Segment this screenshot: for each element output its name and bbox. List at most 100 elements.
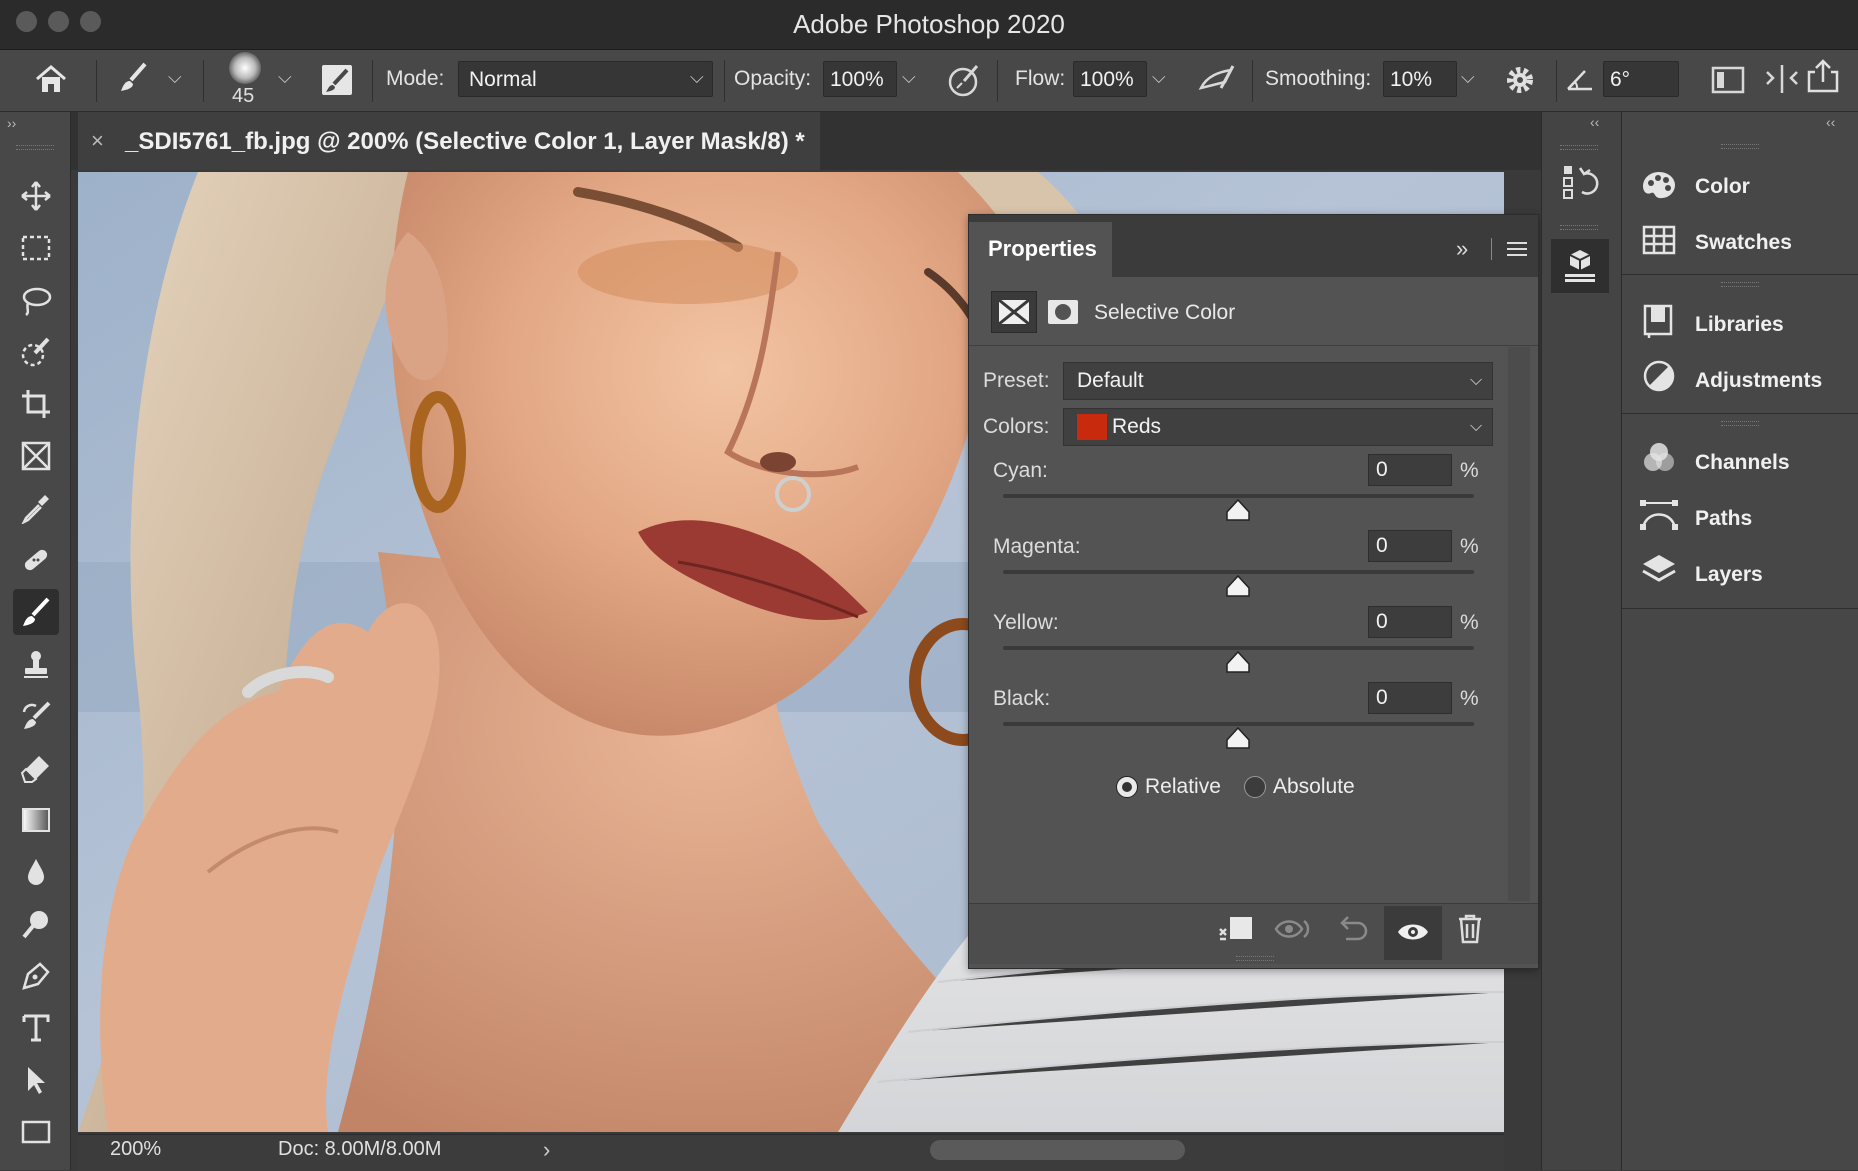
paths-panel-label[interactable]: Paths (1695, 507, 1752, 531)
panel-grip[interactable] (1721, 144, 1759, 149)
horizontal-scrollbar[interactable] (930, 1140, 1185, 1160)
marquee-tool[interactable] (13, 225, 59, 271)
opacity-value: 100% (830, 68, 884, 91)
crop-tool[interactable] (13, 381, 59, 427)
expand-panels-icon[interactable]: ‹‹ (1590, 114, 1599, 130)
type-tool[interactable] (13, 1005, 59, 1051)
panel-grip[interactable] (1721, 282, 1759, 287)
pressure-size-icon[interactable] (1710, 64, 1748, 96)
opacity-input[interactable]: 100% (823, 61, 897, 97)
clip-to-layer-icon[interactable] (1216, 913, 1256, 945)
rectangle-icon (21, 1120, 51, 1144)
opacity-label: Opacity: (734, 67, 812, 90)
lasso-tool[interactable] (13, 277, 59, 323)
status-menu-arrow-icon[interactable]: › (543, 1137, 550, 1163)
brush-tool[interactable] (13, 589, 59, 635)
gradient-tool[interactable] (13, 797, 59, 843)
trash-icon[interactable] (1455, 913, 1485, 945)
share-icon[interactable] (1805, 58, 1841, 94)
airbrush-icon[interactable] (1197, 62, 1237, 96)
smoothing-input[interactable]: 10% (1383, 61, 1457, 97)
black-value: 0 (1376, 686, 1388, 709)
swatches-panel-label[interactable]: Swatches (1695, 231, 1792, 255)
panel-resize-grip[interactable] (1236, 956, 1274, 961)
reset-icon[interactable] (1336, 913, 1368, 945)
channels-panel-label[interactable]: Channels (1695, 451, 1790, 475)
chevron-down-icon[interactable]: ⌵ (278, 67, 292, 88)
history-icon[interactable] (1560, 160, 1600, 202)
cyan-input[interactable]: 0 (1368, 454, 1452, 486)
color-panel-label[interactable]: Color (1695, 175, 1750, 199)
adjustment-name: Selective Color (1094, 301, 1236, 324)
panel-grip[interactable] (16, 145, 54, 150)
black-input[interactable]: 0 (1368, 682, 1452, 714)
blur-tool[interactable] (13, 849, 59, 895)
panel-grip[interactable] (1560, 225, 1598, 230)
healing-brush-tool[interactable] (13, 537, 59, 583)
properties-panel-button[interactable] (1551, 239, 1609, 293)
collapse-dock-icon[interactable]: ‹‹ (1826, 114, 1835, 130)
gear-icon[interactable] (1503, 63, 1537, 97)
cyan-slider-thumb[interactable] (1225, 498, 1251, 522)
path-selection-tool[interactable] (13, 1057, 59, 1103)
brush-tool-preset-icon[interactable] (117, 60, 153, 96)
pressure-opacity-icon[interactable] (947, 62, 983, 98)
chevron-down-icon[interactable]: ⌵ (902, 67, 916, 88)
frame-tool[interactable] (13, 433, 59, 479)
pen-tool[interactable] (13, 953, 59, 999)
chevron-down-icon[interactable]: ⌵ (1470, 418, 1482, 436)
brush-size-preview-icon[interactable] (229, 52, 261, 84)
view-previous-state-icon[interactable] (1274, 915, 1314, 943)
brush-size-value: 45 (232, 85, 255, 107)
preset-dropdown[interactable]: Default (1063, 362, 1493, 400)
colors-dropdown[interactable]: Reds (1063, 408, 1493, 446)
panel-grip[interactable] (1560, 145, 1598, 150)
eyedropper-tool[interactable] (13, 485, 59, 531)
panel-grip[interactable] (1721, 421, 1759, 426)
adjustments-panel-label[interactable]: Adjustments (1695, 369, 1822, 393)
collapse-panel-icon[interactable]: » (1456, 236, 1468, 262)
black-slider-thumb[interactable] (1225, 726, 1251, 750)
chevron-down-icon[interactable]: ⌵ (168, 67, 182, 88)
eye-icon (1396, 918, 1430, 946)
reds-swatch (1077, 414, 1107, 440)
clone-stamp-tool[interactable] (13, 641, 59, 687)
magenta-slider-thumb[interactable] (1225, 574, 1251, 598)
flow-input[interactable]: 100% (1073, 61, 1147, 97)
rectangle-tool[interactable] (13, 1109, 59, 1155)
angle-input[interactable]: 6° (1603, 61, 1679, 97)
angle-icon (1565, 66, 1595, 92)
layer-mask-icon[interactable] (1045, 293, 1081, 331)
chevron-down-icon[interactable]: ⌵ (1470, 372, 1482, 390)
eraser-tool[interactable] (13, 745, 59, 791)
yellow-slider-thumb[interactable] (1225, 650, 1251, 674)
expand-toolbar-icon[interactable]: ›› (7, 115, 16, 131)
brush-settings-toggle-icon[interactable] (320, 62, 356, 98)
adjustment-layer-icon[interactable] (991, 291, 1037, 333)
chevron-down-icon[interactable]: ⌵ (1152, 67, 1166, 88)
flow-value: 100% (1080, 68, 1134, 91)
smoothing-label: Smoothing: (1265, 67, 1372, 90)
relative-label[interactable]: Relative (1145, 775, 1221, 799)
close-tab-icon[interactable]: × (91, 128, 104, 154)
magenta-input[interactable]: 0 (1368, 530, 1452, 562)
move-tool[interactable] (13, 173, 59, 219)
absolute-label[interactable]: Absolute (1273, 775, 1355, 799)
preset-label: Preset: (983, 369, 1050, 392)
mode-select[interactable]: Normal (458, 61, 713, 97)
home-icon[interactable] (34, 64, 68, 94)
symmetry-icon[interactable] (1764, 62, 1800, 96)
chevron-down-icon[interactable]: ⌵ (690, 67, 704, 88)
relative-radio[interactable] (1116, 776, 1138, 798)
yellow-input[interactable]: 0 (1368, 606, 1452, 638)
layers-panel-label[interactable]: Layers (1695, 563, 1763, 587)
quick-selection-tool[interactable] (13, 329, 59, 375)
absolute-radio[interactable] (1244, 776, 1266, 798)
adjustments-icon (1641, 358, 1677, 394)
panel-menu-icon[interactable] (1506, 241, 1528, 257)
history-brush-tool[interactable] (13, 693, 59, 739)
zoom-level[interactable]: 200% (110, 1138, 161, 1161)
dodge-tool[interactable] (13, 901, 59, 947)
chevron-down-icon[interactable]: ⌵ (1461, 67, 1475, 88)
libraries-panel-label[interactable]: Libraries (1695, 313, 1784, 337)
